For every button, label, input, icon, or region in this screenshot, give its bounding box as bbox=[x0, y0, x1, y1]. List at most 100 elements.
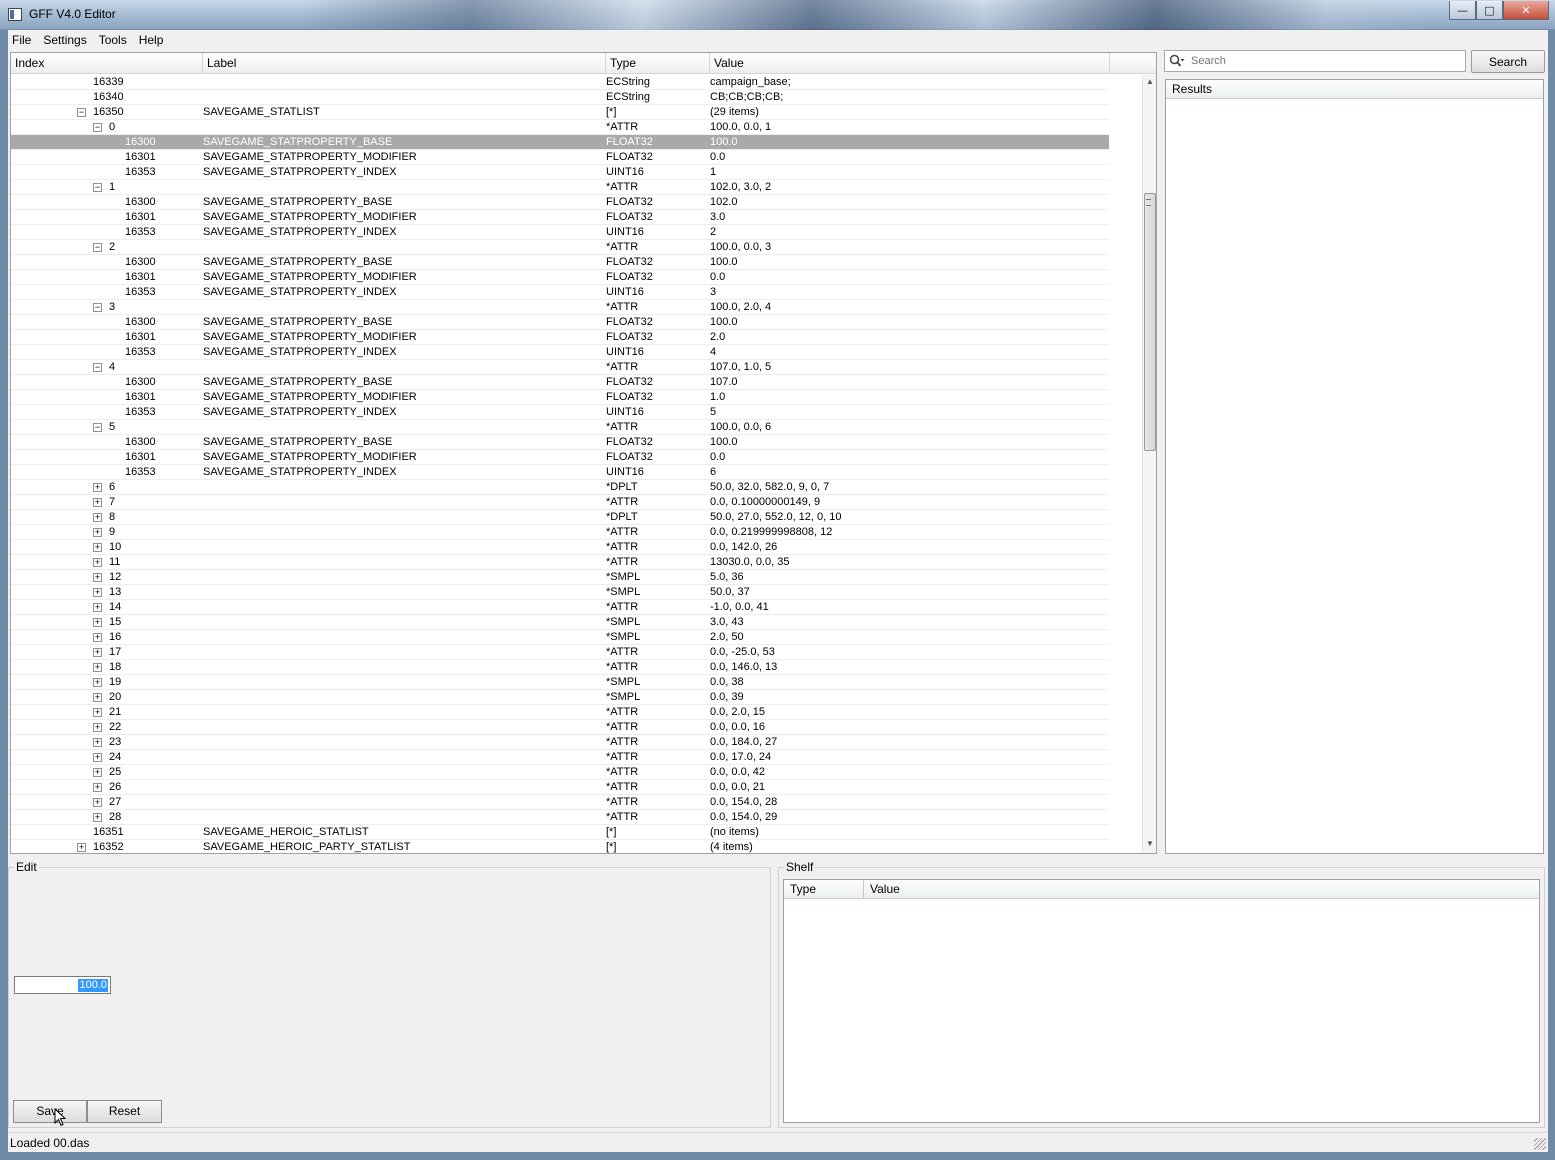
expand-icon[interactable]: + bbox=[93, 573, 102, 582]
tree-row[interactable]: 16301 SAVEGAME_STATPROPERTY_MODIFIER FLOAT… bbox=[11, 450, 1109, 465]
maximize-button[interactable]: □ bbox=[1476, 1, 1503, 20]
menu-tools[interactable]: Tools bbox=[93, 30, 133, 50]
collapse-icon[interactable]: − bbox=[93, 123, 102, 132]
column-header-label[interactable]: Label bbox=[203, 53, 606, 73]
tree-row[interactable]: +16 *SMPL 2.0, 50 bbox=[11, 630, 1109, 645]
tree-row[interactable]: +7 *ATTR 0.0, 0.10000000149, 9 bbox=[11, 495, 1109, 510]
tree-row[interactable]: 16301 SAVEGAME_STATPROPERTY_MODIFIER FLOAT… bbox=[11, 390, 1109, 405]
tree-row[interactable]: −0 *ATTR 100.0, 0.0, 1 bbox=[11, 120, 1109, 135]
column-header-type[interactable]: Type bbox=[606, 53, 710, 73]
collapse-icon[interactable]: − bbox=[77, 108, 86, 117]
expand-icon[interactable]: + bbox=[93, 648, 102, 657]
expand-icon[interactable]: + bbox=[93, 783, 102, 792]
results-panel[interactable]: Results bbox=[1165, 79, 1544, 854]
menu-help[interactable]: Help bbox=[133, 30, 170, 50]
resize-grip-icon[interactable] bbox=[1534, 1138, 1546, 1150]
value-input[interactable]: 100.0 bbox=[14, 976, 111, 994]
shelf-column-value[interactable]: Value bbox=[864, 880, 1539, 899]
tree-row[interactable]: +21 *ATTR 0.0, 2.0, 15 bbox=[11, 705, 1109, 720]
column-header-value[interactable]: Value bbox=[710, 53, 1110, 73]
collapse-icon[interactable]: − bbox=[93, 363, 102, 372]
expand-icon[interactable]: + bbox=[93, 603, 102, 612]
tree-row[interactable]: 16301 SAVEGAME_STATPROPERTY_MODIFIER FLOAT… bbox=[11, 150, 1109, 165]
collapse-icon[interactable]: − bbox=[93, 243, 102, 252]
save-button[interactable]: Save bbox=[13, 1100, 87, 1123]
tree-row[interactable]: +27 *ATTR 0.0, 154.0, 28 bbox=[11, 795, 1109, 810]
expand-icon[interactable]: + bbox=[93, 768, 102, 777]
tree-row[interactable]: +20 *SMPL 0.0, 39 bbox=[11, 690, 1109, 705]
tree-row[interactable]: 16353 SAVEGAME_STATPROPERTY_INDEX UINT16 3 bbox=[11, 285, 1109, 300]
expand-icon[interactable]: + bbox=[93, 753, 102, 762]
tree-row[interactable]: +17 *ATTR 0.0, -25.0, 53 bbox=[11, 645, 1109, 660]
tree-row[interactable]: −4 *ATTR 107.0, 1.0, 5 bbox=[11, 360, 1109, 375]
tree-row[interactable]: +26 *ATTR 0.0, 0.0, 21 bbox=[11, 780, 1109, 795]
gff-tree-view[interactable]: Index Label Type Value 16339 ECString camp… bbox=[10, 52, 1157, 854]
expand-icon[interactable]: + bbox=[93, 678, 102, 687]
collapse-icon[interactable]: − bbox=[93, 183, 102, 192]
tree-row[interactable]: +9 *ATTR 0.0, 0.219999998808, 12 bbox=[11, 525, 1109, 540]
tree-row[interactable]: 16301 SAVEGAME_STATPROPERTY_MODIFIER FLOAT… bbox=[11, 330, 1109, 345]
tree-row[interactable]: +11 *ATTR 13030.0, 0.0, 35 bbox=[11, 555, 1109, 570]
menu-settings[interactable]: Settings bbox=[37, 30, 92, 50]
tree-row[interactable]: −3 *ATTR 100.0, 2.0, 4 bbox=[11, 300, 1109, 315]
tree-row[interactable]: 16300 SAVEGAME_STATPROPERTY_BASE FLOAT32 10… bbox=[11, 135, 1109, 150]
tree-row[interactable]: 16351 SAVEGAME_HEROIC_STATLIST [*] (no item… bbox=[11, 825, 1109, 840]
tree-row[interactable]: 16353 SAVEGAME_STATPROPERTY_INDEX UINT16 2 bbox=[11, 225, 1109, 240]
reset-button[interactable]: Reset bbox=[87, 1100, 162, 1123]
column-header-index[interactable]: Index bbox=[11, 53, 203, 73]
tree-row[interactable]: +15 *SMPL 3.0, 43 bbox=[11, 615, 1109, 630]
tree-row[interactable]: +8 *DPLT 50.0, 27.0, 552.0, 12, 0, 10 bbox=[11, 510, 1109, 525]
tree-row[interactable]: 16340 ECString CB;CB;CB;CB; bbox=[11, 90, 1109, 105]
expand-icon[interactable]: + bbox=[93, 543, 102, 552]
expand-icon[interactable]: + bbox=[93, 558, 102, 567]
tree-row[interactable]: +19 *SMPL 0.0, 38 bbox=[11, 675, 1109, 690]
expand-icon[interactable]: + bbox=[93, 693, 102, 702]
tree-row[interactable]: 16353 SAVEGAME_STATPROPERTY_INDEX UINT16 1 bbox=[11, 165, 1109, 180]
tree-scrollbar[interactable]: ▲ ▼ bbox=[1142, 75, 1156, 853]
tree-row[interactable]: 16300 SAVEGAME_STATPROPERTY_BASE FLOAT32 10… bbox=[11, 255, 1109, 270]
expand-icon[interactable]: + bbox=[93, 513, 102, 522]
tree-row[interactable]: +18 *ATTR 0.0, 146.0, 13 bbox=[11, 660, 1109, 675]
tree-row[interactable]: 16301 SAVEGAME_STATPROPERTY_MODIFIER FLOAT… bbox=[11, 210, 1109, 225]
expand-icon[interactable]: + bbox=[93, 498, 102, 507]
collapse-icon[interactable]: − bbox=[93, 303, 102, 312]
tree-row[interactable]: 16339 ECString campaign_base; bbox=[11, 75, 1109, 90]
tree-row[interactable]: +16352 SAVEGAME_HEROIC_PARTY_STATLIST [*] (… bbox=[11, 840, 1109, 853]
minimize-button[interactable]: — bbox=[1449, 1, 1476, 20]
expand-icon[interactable]: + bbox=[93, 813, 102, 822]
tree-row[interactable]: +23 *ATTR 0.0, 184.0, 27 bbox=[11, 735, 1109, 750]
expand-icon[interactable]: + bbox=[93, 633, 102, 642]
close-button[interactable]: ✕ bbox=[1503, 1, 1549, 20]
tree-row[interactable]: 16300 SAVEGAME_STATPROPERTY_BASE FLOAT32 10… bbox=[11, 435, 1109, 450]
expand-icon[interactable]: + bbox=[93, 663, 102, 672]
tree-row[interactable]: 16300 SAVEGAME_STATPROPERTY_BASE FLOAT32 10… bbox=[11, 195, 1109, 210]
tree-row[interactable]: 16300 SAVEGAME_STATPROPERTY_BASE FLOAT32 10… bbox=[11, 375, 1109, 390]
tree-row[interactable]: +24 *ATTR 0.0, 17.0, 24 bbox=[11, 750, 1109, 765]
scroll-up-icon[interactable]: ▲ bbox=[1143, 75, 1156, 89]
tree-row[interactable]: 16301 SAVEGAME_STATPROPERTY_MODIFIER FLOAT… bbox=[11, 270, 1109, 285]
tree-row[interactable]: +10 *ATTR 0.0, 142.0, 26 bbox=[11, 540, 1109, 555]
search-input[interactable] bbox=[1191, 52, 1461, 70]
menu-file[interactable]: File bbox=[8, 30, 37, 50]
tree-row[interactable]: +22 *ATTR 0.0, 0.0, 16 bbox=[11, 720, 1109, 735]
tree-row[interactable]: +28 *ATTR 0.0, 154.0, 29 bbox=[11, 810, 1109, 825]
tree-row[interactable]: +25 *ATTR 0.0, 0.0, 42 bbox=[11, 765, 1109, 780]
tree-row[interactable]: 16353 SAVEGAME_STATPROPERTY_INDEX UINT16 5 bbox=[11, 405, 1109, 420]
tree-row[interactable]: +12 *SMPL 5.0, 36 bbox=[11, 570, 1109, 585]
tree-row[interactable]: −16350 SAVEGAME_STATLIST [*] (29 items) bbox=[11, 105, 1109, 120]
search-button[interactable]: Search bbox=[1471, 50, 1545, 73]
scroll-down-icon[interactable]: ▼ bbox=[1143, 837, 1156, 851]
tree-row[interactable]: −5 *ATTR 100.0, 0.0, 6 bbox=[11, 420, 1109, 435]
search-box[interactable] bbox=[1164, 50, 1466, 72]
tree-row[interactable]: +14 *ATTR -1.0, 0.0, 41 bbox=[11, 600, 1109, 615]
expand-icon[interactable]: + bbox=[93, 723, 102, 732]
tree-row[interactable]: 16300 SAVEGAME_STATPROPERTY_BASE FLOAT32 10… bbox=[11, 315, 1109, 330]
tree-row[interactable]: +6 *DPLT 50.0, 32.0, 582.0, 9, 0, 7 bbox=[11, 480, 1109, 495]
expand-icon[interactable]: + bbox=[93, 588, 102, 597]
shelf-table[interactable]: Type Value bbox=[783, 879, 1540, 1123]
scrollbar-thumb[interactable] bbox=[1144, 193, 1156, 451]
expand-icon[interactable]: + bbox=[77, 843, 86, 852]
tree-row[interactable]: +13 *SMPL 50.0, 37 bbox=[11, 585, 1109, 600]
tree-row[interactable]: 16353 SAVEGAME_STATPROPERTY_INDEX UINT16 4 bbox=[11, 345, 1109, 360]
expand-icon[interactable]: + bbox=[93, 618, 102, 627]
